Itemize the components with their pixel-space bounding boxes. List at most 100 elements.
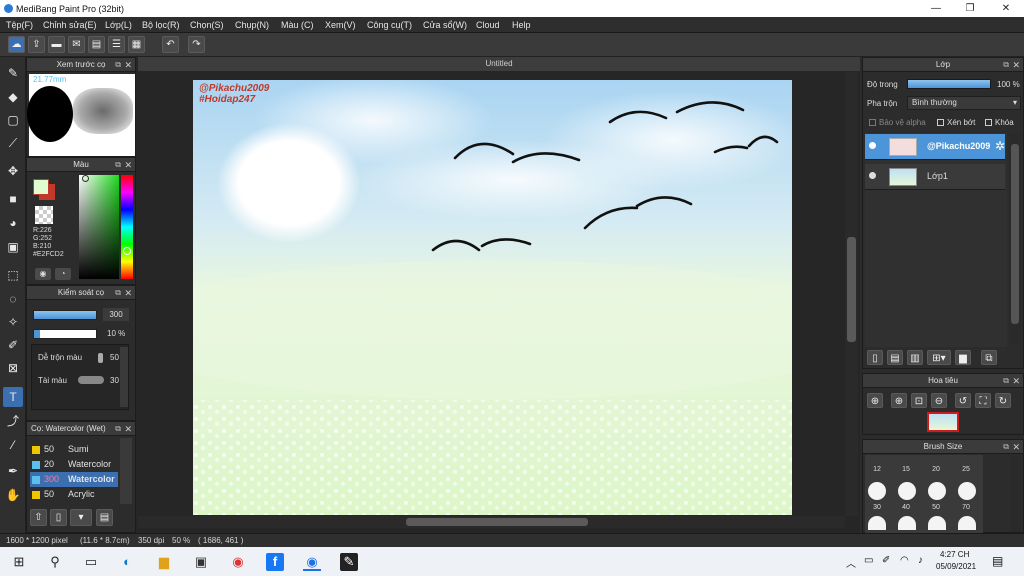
- blend-slider-handle[interactable]: [98, 353, 103, 363]
- chrome-icon[interactable]: ◉: [229, 553, 247, 571]
- layer-row[interactable]: Lớp1: [865, 164, 1005, 190]
- menu-cloud[interactable]: Cloud: [476, 20, 500, 30]
- brush-size-dot[interactable]: [958, 516, 976, 530]
- menu-file[interactable]: Tệp(F): [6, 20, 33, 30]
- close-icon[interactable]: ✕: [1012, 58, 1020, 72]
- dropper-tool-icon[interactable]: ⁄: [3, 435, 23, 455]
- tray-chevron-icon[interactable]: ︿: [846, 555, 856, 570]
- brush-item[interactable]: 50 Acrylic: [30, 487, 118, 502]
- close-icon[interactable]: ✕: [1012, 374, 1020, 388]
- menu-edit[interactable]: Chỉnh sửa(E): [43, 20, 97, 30]
- close-icon[interactable]: ✕: [1012, 440, 1020, 454]
- facebook-icon[interactable]: f: [266, 553, 284, 571]
- tray-wifi-icon[interactable]: ◠: [900, 555, 909, 566]
- gear-icon[interactable]: ✲: [995, 139, 1005, 153]
- medibang-app-icon[interactable]: ✎: [340, 553, 358, 571]
- brush-size-dot[interactable]: [898, 482, 916, 500]
- brush-size-dot[interactable]: [898, 516, 916, 530]
- eyedropper-tool-icon[interactable]: ✒: [3, 461, 23, 481]
- line-tool-icon[interactable]: ⟋: [3, 133, 23, 153]
- menu-help[interactable]: Help: [512, 20, 531, 30]
- zoom-out-icon[interactable]: ⊖: [931, 393, 947, 408]
- redo-icon[interactable]: ↷: [188, 36, 205, 53]
- float-icon[interactable]: ⧉: [115, 422, 121, 436]
- amount-slider[interactable]: [78, 376, 104, 384]
- comment-icon[interactable]: ▬: [48, 36, 65, 53]
- brush-item-selected[interactable]: 300 Watercolor: [30, 472, 118, 487]
- move-tool-icon[interactable]: ✥: [3, 161, 23, 181]
- search-icon[interactable]: ⚲: [46, 553, 64, 571]
- gradient-tool-icon[interactable]: ▣: [3, 237, 23, 257]
- new-halftone-layer-icon[interactable]: ▤: [887, 350, 903, 365]
- menu-window[interactable]: Cửa sổ(W): [423, 20, 467, 30]
- task-view-icon[interactable]: ▭: [82, 553, 100, 571]
- brush-size-value[interactable]: 300: [103, 308, 129, 321]
- brush-size-dot[interactable]: [928, 516, 946, 530]
- drawing-canvas[interactable]: @Pikachu2009 #Hoidap247: [193, 80, 792, 515]
- tray-volume-icon[interactable]: ♪: [918, 555, 923, 566]
- new-brush-icon[interactable]: ▯: [50, 509, 67, 526]
- float-icon[interactable]: ⧉: [1003, 374, 1009, 388]
- float-icon[interactable]: ⧉: [115, 158, 121, 172]
- vertical-scrollbar[interactable]: [845, 72, 858, 516]
- add-layer-menu-icon[interactable]: ⊞▾: [927, 350, 951, 365]
- rect-tool-icon[interactable]: ▢: [3, 110, 23, 130]
- brush-size-option[interactable]: 70: [956, 504, 976, 511]
- primary-color-swatch[interactable]: [33, 179, 49, 195]
- horizontal-scrollbar[interactable]: [138, 516, 845, 528]
- hue-slider[interactable]: [121, 175, 133, 279]
- brush-menu-icon[interactable]: ▾: [70, 509, 92, 526]
- close-icon[interactable]: ✕: [124, 158, 132, 172]
- layer-opacity-slider[interactable]: [907, 79, 991, 89]
- brush-size-scrollbar[interactable]: [1011, 456, 1021, 532]
- dropper-swatch-icon[interactable]: ◔: [55, 268, 71, 280]
- brush-size-slider[interactable]: [33, 310, 97, 320]
- float-icon[interactable]: ⧉: [1003, 440, 1009, 454]
- vertical-scroll-thumb[interactable]: [847, 237, 856, 342]
- brush-opacity-slider[interactable]: [33, 329, 97, 339]
- brush-size-option[interactable]: 50: [926, 504, 946, 511]
- tray-battery-icon[interactable]: ▭: [864, 555, 873, 566]
- add-brush-icon[interactable]: ⇧: [30, 509, 47, 526]
- close-icon[interactable]: ✕: [124, 286, 132, 300]
- maximize-button[interactable]: ❐: [954, 0, 986, 17]
- rotate-left-icon[interactable]: ↺: [955, 393, 971, 408]
- zoom-in-icon[interactable]: ⊕: [891, 393, 907, 408]
- hue-handle[interactable]: [123, 247, 131, 255]
- brush-size-dot[interactable]: [958, 482, 976, 500]
- edge-browser-icon[interactable]: ◐: [118, 553, 136, 571]
- brush-size-option[interactable]: 15: [896, 466, 916, 473]
- share-icon[interactable]: ⇪: [28, 36, 45, 53]
- close-button[interactable]: ✕: [990, 0, 1022, 17]
- cloud-icon[interactable]: ☁: [8, 36, 25, 53]
- new-8bit-layer-icon[interactable]: ▥: [907, 350, 923, 365]
- navigator-thumbnail[interactable]: [927, 412, 959, 432]
- clipping-checkbox[interactable]: [937, 119, 944, 126]
- magic-wand-tool-icon[interactable]: ✧: [3, 312, 23, 332]
- brush-size-dot[interactable]: [868, 516, 886, 530]
- brush-size-dot[interactable]: [868, 482, 886, 500]
- eraser-tool-icon[interactable]: ◆: [3, 87, 23, 107]
- brush-size-option[interactable]: 25: [956, 466, 976, 473]
- text-tool-icon[interactable]: T: [3, 387, 23, 407]
- layer-scroll-thumb[interactable]: [1011, 144, 1019, 324]
- brush-list-scrollbar[interactable]: [120, 438, 132, 504]
- params-scrollbar[interactable]: [120, 347, 128, 407]
- brush-tool-icon[interactable]: ✎: [3, 63, 23, 83]
- menu-select[interactable]: Chọn(S): [190, 20, 224, 30]
- new-layer-icon[interactable]: ▯: [867, 350, 883, 365]
- bucket-tool-icon[interactable]: ◕: [3, 213, 23, 233]
- menu-layer[interactable]: Lớp(L): [105, 20, 132, 30]
- menu-tools[interactable]: Công cụ(T): [367, 20, 412, 30]
- select-eraser-tool-icon[interactable]: ⊠: [3, 358, 23, 378]
- layer-row-selected[interactable]: @Pikachu2009 ✲: [865, 134, 1005, 160]
- brush-size-option[interactable]: 30: [867, 504, 887, 511]
- brush-size-option[interactable]: 40: [896, 504, 916, 511]
- transparent-swatch[interactable]: [35, 206, 53, 224]
- menu-view[interactable]: Xem(V): [325, 20, 356, 30]
- brush-item[interactable]: 20 Watercolor: [30, 457, 118, 472]
- layer-scrollbar[interactable]: [1009, 134, 1021, 344]
- store-icon[interactable]: ▣: [192, 553, 210, 571]
- windows-start-icon[interactable]: ⊞: [10, 553, 28, 571]
- fullscreen-icon[interactable]: ⛶: [975, 393, 991, 408]
